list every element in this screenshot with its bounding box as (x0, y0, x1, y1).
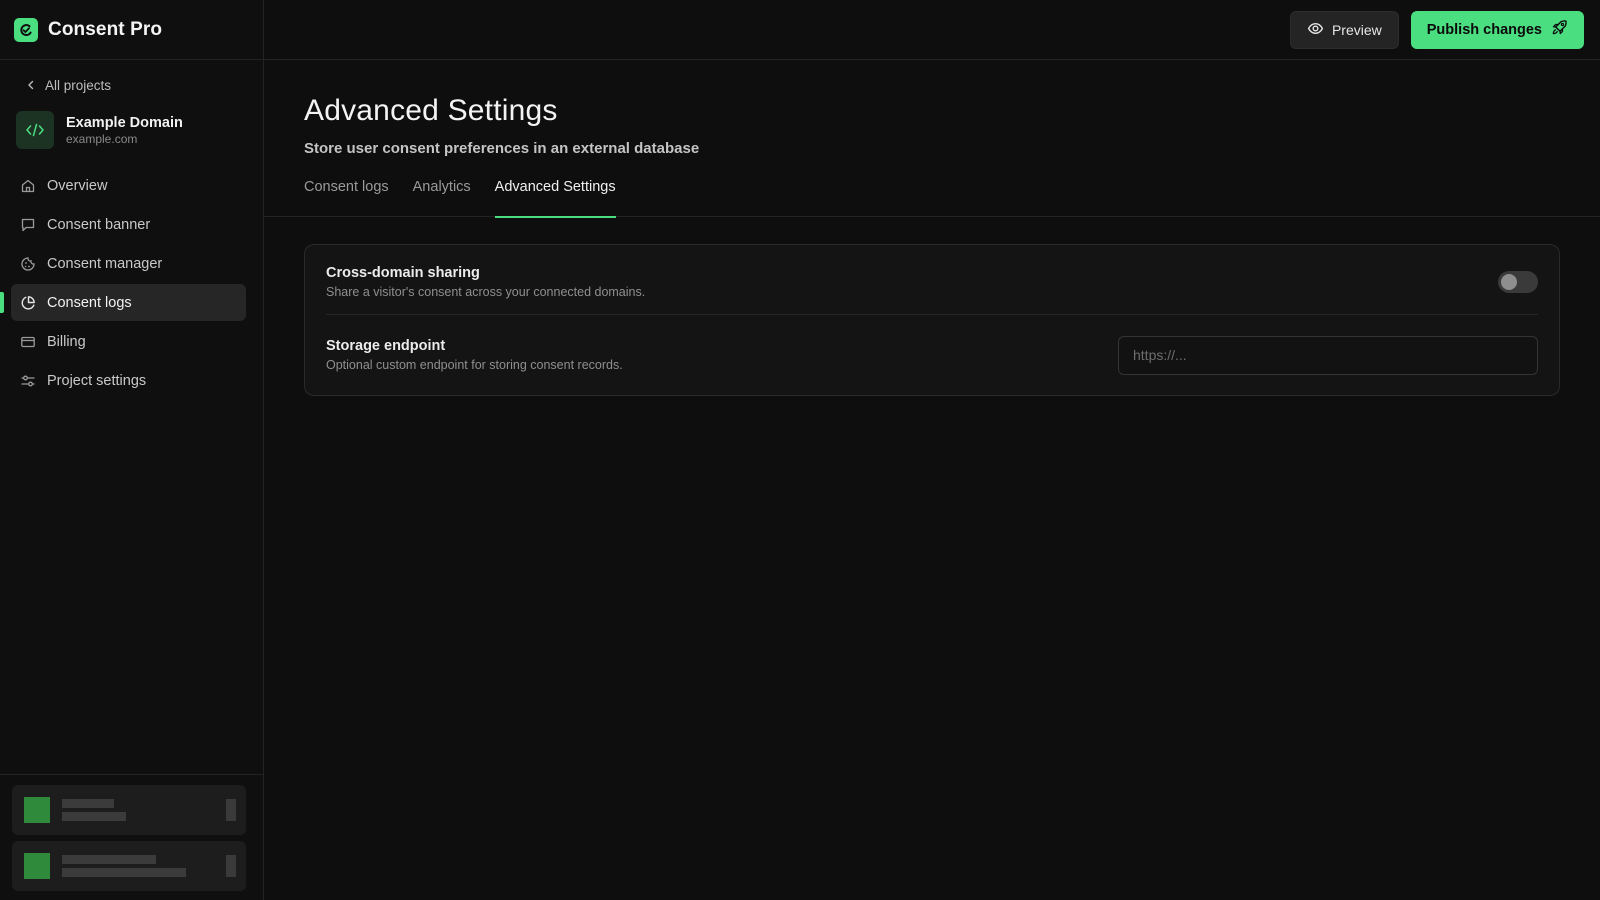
sidebar-footer (0, 774, 263, 900)
project-switcher[interactable]: Example Domain example.com (16, 111, 263, 149)
message-square-icon (19, 216, 37, 234)
sidebar-item-label: Consent logs (47, 294, 132, 311)
cross-domain-title: Cross-domain sharing (326, 264, 480, 281)
all-projects-label: All projects (45, 78, 112, 93)
sidebar-item-consent-banner[interactable]: Consent banner (11, 206, 246, 243)
chevron-left-icon (26, 78, 36, 93)
sidebar-item-label: Consent banner (47, 216, 151, 233)
project-name: Example Domain (66, 114, 183, 131)
redacted-marker (226, 799, 236, 821)
storage-endpoint-row: Storage endpoint Optional custom endpoin… (326, 315, 1538, 395)
all-projects-link[interactable]: All projects (26, 78, 263, 93)
sidebar-item-consent-logs[interactable]: Consent logs (0, 284, 246, 321)
publish-label: Publish changes (1426, 21, 1542, 38)
preview-label: Preview (1331, 21, 1382, 38)
sidebar-item-label: Billing (47, 333, 86, 350)
credit-card-icon (19, 333, 37, 351)
redacted-marker (226, 855, 236, 877)
sidebar-nav: Overview Consent banner Consent manager … (0, 167, 263, 399)
page-subtitle: Store user consent preferences in an ext… (304, 140, 700, 157)
app-root: Consent Pro All projects Example Domain … (0, 0, 1600, 900)
cookie-icon (19, 255, 37, 273)
sidebar: Consent Pro All projects Example Domain … (0, 0, 264, 900)
brand[interactable]: Consent Pro (0, 0, 263, 60)
preview-button[interactable]: Preview (1289, 10, 1399, 49)
redacted-avatar (24, 853, 50, 879)
cross-domain-description: Share a visitor's consent across your co… (326, 284, 646, 299)
storage-endpoint-title: Storage endpoint (326, 338, 446, 354)
tab-analytics[interactable]: Analytics (413, 176, 471, 217)
project-domain: example.com (66, 131, 138, 146)
storage-endpoint-description: Optional custom endpoint for storing con… (326, 358, 623, 372)
sidebar-item-project-settings[interactable]: Project settings (11, 362, 246, 399)
redacted-text (62, 799, 126, 821)
sliders-icon (19, 372, 37, 390)
sidebar-item-overview[interactable]: Overview (11, 167, 246, 204)
redacted-card[interactable] (12, 785, 246, 835)
topbar: Preview Publish changes (264, 0, 1600, 60)
publish-changes-button[interactable]: Publish changes (1410, 10, 1584, 49)
redacted-text (62, 855, 186, 877)
page-header: Advanced Settings Store user consent pre… (264, 60, 1600, 157)
redacted-avatar (24, 797, 50, 823)
sidebar-item-consent-manager[interactable]: Consent manager (11, 245, 246, 282)
sidebar-item-label: Consent manager (47, 255, 163, 272)
sidebar-item-billing[interactable]: Billing (11, 323, 246, 360)
main-content: Preview Publish changes Advanced Setting… (264, 0, 1600, 900)
tab-consent-logs[interactable]: Consent logs (304, 176, 389, 217)
page-title: Advanced Settings (304, 94, 558, 127)
redacted-card[interactable] (12, 841, 246, 891)
home-icon (19, 177, 37, 195)
cross-domain-row: Cross-domain sharing Share a visitor's c… (326, 245, 1538, 315)
tab-advanced-settings[interactable]: Advanced Settings (494, 176, 616, 218)
sidebar-item-label: Project settings (47, 372, 147, 389)
cross-domain-toggle[interactable] (1498, 270, 1538, 293)
rocket-icon (1551, 19, 1568, 40)
app-name: Consent Pro (48, 18, 163, 40)
pie-chart-icon (19, 294, 37, 312)
advanced-settings-card: Cross-domain sharing Share a visitor's c… (304, 244, 1560, 396)
code-icon (16, 111, 54, 149)
toggle-knob (1501, 273, 1517, 290)
storage-endpoint-input[interactable] (1118, 335, 1538, 375)
sidebar-item-label: Overview (47, 177, 108, 194)
tab-bar: Consent logs Analytics Advanced Settings (264, 176, 1600, 218)
consent-pro-logo-icon (14, 17, 38, 42)
eye-icon (1307, 20, 1324, 40)
